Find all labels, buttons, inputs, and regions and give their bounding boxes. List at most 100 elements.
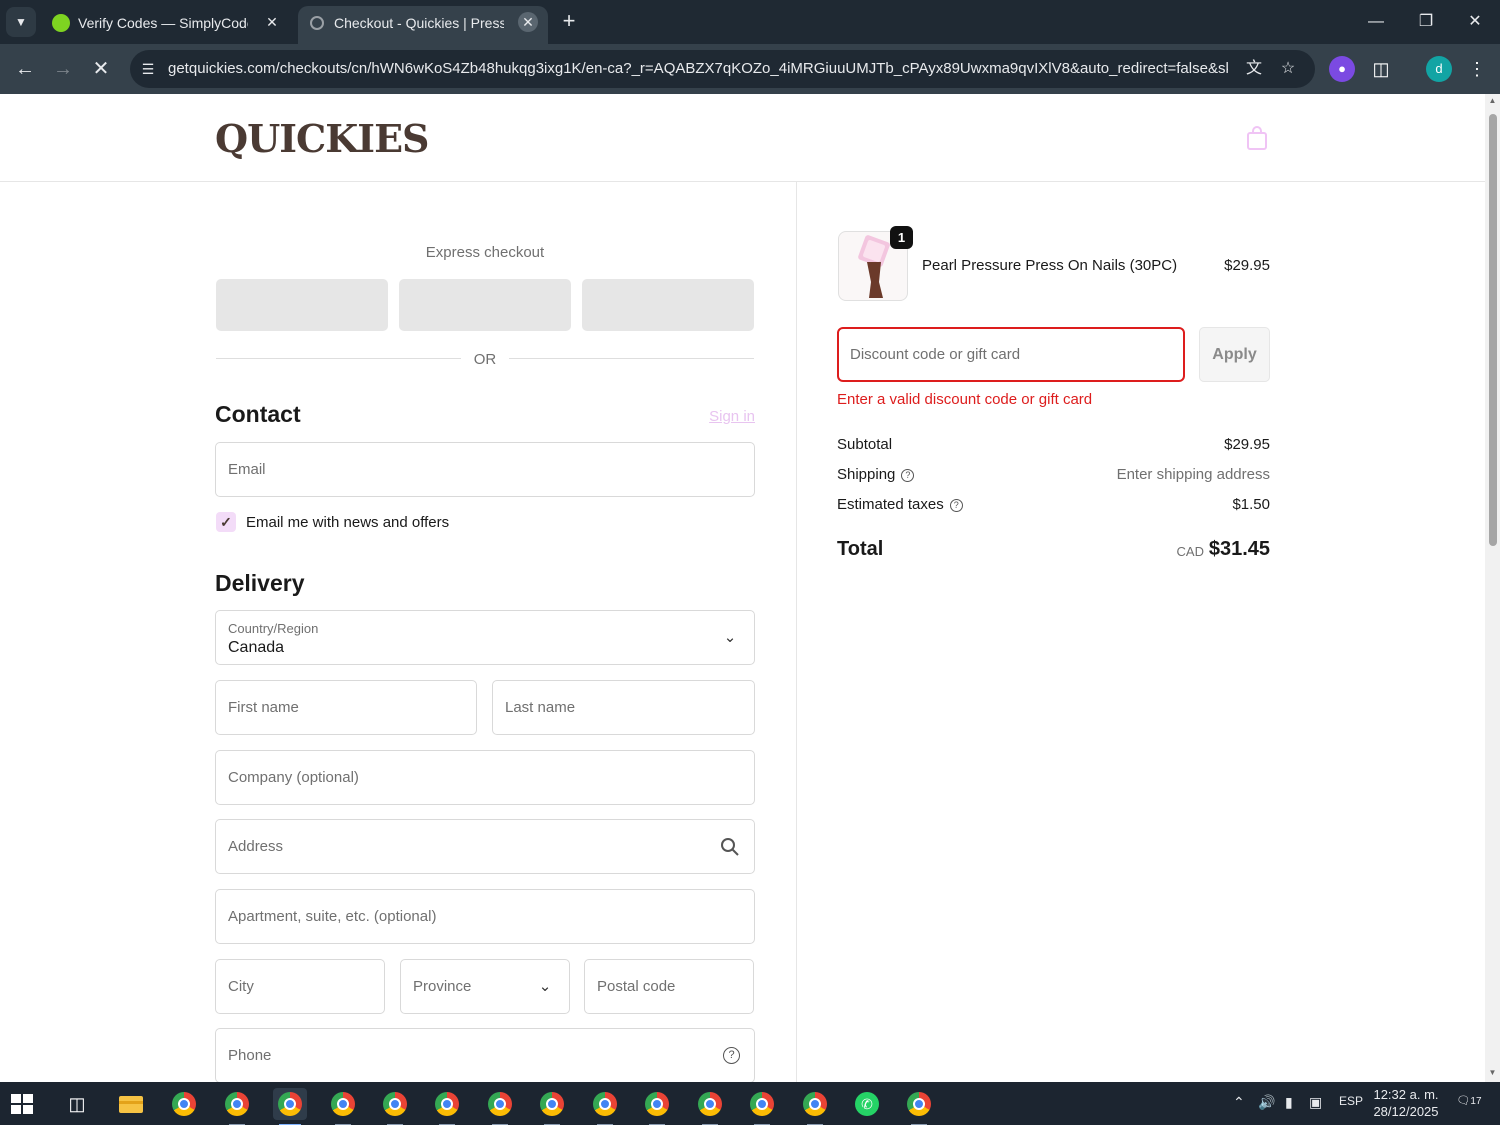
contact-heading: Contact <box>215 401 301 427</box>
forward-arrow-icon[interactable]: → <box>48 54 78 84</box>
page-scrollbar[interactable]: ▲ ▼ <box>1485 94 1500 1082</box>
browser-menu-icon[interactable]: ⋮ <box>1464 56 1490 82</box>
chrome-profile-taskbar-icon[interactable] <box>640 1088 674 1125</box>
address-field[interactable]: Address <box>215 819 755 874</box>
or-divider-left <box>216 358 461 359</box>
phone-placeholder: Phone <box>228 1047 272 1064</box>
apartment-placeholder: Apartment, suite, etc. (optional) <box>228 908 437 925</box>
chrome-profile-taskbar-icon[interactable] <box>483 1088 517 1125</box>
newsletter-checkbox[interactable]: ✓ <box>216 512 236 532</box>
minimize-icon[interactable]: — <box>1356 8 1396 36</box>
email-placeholder: Email <box>228 461 266 478</box>
province-placeholder: Province <box>413 978 472 995</box>
chrome-profile-taskbar-icon[interactable] <box>220 1088 254 1125</box>
battery-icon[interactable]: ▮ <box>1285 1094 1293 1111</box>
extensions-puzzle-icon[interactable]: ◫ <box>1368 56 1394 82</box>
task-view-icon[interactable]: ◫ <box>60 1088 94 1120</box>
shipping-help-icon[interactable]: ? <box>901 469 915 482</box>
cart-bag-icon[interactable] <box>1246 126 1268 150</box>
close-tab-icon[interactable]: ✕ <box>262 12 282 32</box>
url-text[interactable]: getquickies.com/checkouts/cn/hWN6wKoS4Zb… <box>168 60 1228 77</box>
network-icon[interactable]: ▣ <box>1309 1094 1322 1111</box>
file-explorer-icon[interactable] <box>114 1088 148 1120</box>
country-label: Country/Region <box>228 621 319 636</box>
bookmark-star-icon[interactable]: ☆ <box>1277 58 1299 80</box>
apply-discount-button[interactable]: Apply <box>1199 327 1270 382</box>
browser-toolbar: ← → ✕ ☰ getquickies.com/checkouts/cn/hWN… <box>0 44 1500 94</box>
chrome-profile-taskbar-icon[interactable] <box>693 1088 727 1125</box>
stop-loading-icon[interactable]: ✕ <box>86 54 116 84</box>
extension-simplycodes-icon[interactable]: ● <box>1329 56 1355 82</box>
postal-code-field[interactable]: Postal code <box>584 959 754 1014</box>
last-name-field[interactable]: Last name <box>492 680 755 735</box>
translate-icon[interactable]: 文 <box>1243 58 1265 80</box>
discount-code-field[interactable]: Discount code or gift card <box>837 327 1185 382</box>
show-hidden-icons-icon[interactable]: ⌃ <box>1233 1094 1245 1111</box>
site-info-icon[interactable]: ☰ <box>138 59 158 79</box>
chrome-profile-taskbar-icon[interactable] <box>378 1088 412 1125</box>
restore-icon[interactable]: ❐ <box>1406 8 1446 36</box>
discount-error-message: Enter a valid discount code or gift card <box>837 391 1093 408</box>
chrome-profile-taskbar-icon[interactable] <box>430 1088 464 1125</box>
chrome-taskbar-icon[interactable] <box>167 1088 201 1120</box>
search-icon[interactable] <box>720 837 740 857</box>
email-field[interactable]: Email <box>215 442 755 497</box>
window-close-icon[interactable]: ✕ <box>1455 8 1495 36</box>
tab-verify-codes[interactable]: Verify Codes — SimplyCodes ✕ <box>42 6 292 44</box>
store-logo[interactable]: QUICKIES <box>215 116 429 161</box>
scroll-down-icon[interactable]: ▼ <box>1488 1068 1497 1077</box>
whatsapp-taskbar-icon[interactable]: ✆ <box>850 1088 884 1120</box>
chrome-profile-taskbar-icon[interactable] <box>902 1088 936 1125</box>
chrome-active-taskbar-icon[interactable] <box>273 1088 307 1125</box>
help-icon[interactable]: ? <box>723 1047 740 1064</box>
profile-avatar[interactable]: d <box>1426 56 1452 82</box>
notifications-icon[interactable]: 🗨17 <box>1456 1094 1482 1114</box>
sign-in-link[interactable]: Sign in <box>680 408 755 425</box>
clock[interactable]: 12:32 a. m. 28/12/2025 <box>1368 1086 1444 1120</box>
chrome-profile-taskbar-icon[interactable] <box>588 1088 622 1125</box>
tab-title: Verify Codes — SimplyCodes <box>78 15 248 31</box>
taxes-label: Estimated taxes <box>837 496 944 513</box>
chrome-profile-taskbar-icon[interactable] <box>798 1088 832 1125</box>
shipping-label: Shipping <box>837 466 896 483</box>
tab-search-chevron-icon[interactable]: ▼ <box>6 7 36 37</box>
delivery-heading: Delivery <box>215 570 305 596</box>
apartment-field[interactable]: Apartment, suite, etc. (optional) <box>215 889 755 944</box>
simplycodes-favicon-icon <box>52 14 70 32</box>
first-name-field[interactable]: First name <box>215 680 477 735</box>
express-pay-button-3[interactable] <box>582 279 754 331</box>
express-pay-button-2[interactable] <box>399 279 571 331</box>
subtotal-row: Subtotal $29.95 <box>837 436 1270 456</box>
scroll-up-icon[interactable]: ▲ <box>1488 96 1497 105</box>
company-field[interactable]: Company (optional) <box>215 750 755 805</box>
chrome-profile-taskbar-icon[interactable] <box>535 1088 569 1125</box>
back-arrow-icon[interactable]: ← <box>10 54 40 84</box>
volume-icon[interactable]: 🔊 <box>1258 1094 1275 1111</box>
taxes-help-icon[interactable]: ? <box>949 499 963 512</box>
new-tab-plus-icon[interactable]: + <box>556 8 582 34</box>
chrome-profile-taskbar-icon[interactable] <box>745 1088 779 1125</box>
close-tab-icon[interactable]: ✕ <box>518 12 538 32</box>
address-bar[interactable]: ☰ getquickies.com/checkouts/cn/hWN6wKoS4… <box>130 50 1315 88</box>
total-value: $31.45 <box>1208 538 1270 560</box>
taxes-row: Estimated taxes? $1.50 <box>837 496 1270 516</box>
postal-code-placeholder: Postal code <box>597 978 676 995</box>
windows-taskbar: ◫ ✆ ⌃ 🔊 ▮ ▣ ESP 12:32 a. m. 28/12/2025 🗨… <box>0 1082 1500 1125</box>
clock-date: 28/12/2025 <box>1373 1104 1439 1119</box>
windows-start-icon[interactable] <box>8 1090 36 1118</box>
city-field[interactable]: City <box>215 959 385 1014</box>
chrome-profile-taskbar-icon[interactable] <box>326 1088 360 1125</box>
scrollbar-thumb[interactable] <box>1489 114 1497 546</box>
discount-placeholder: Discount code or gift card <box>850 346 1021 363</box>
notification-count: 17 <box>1470 1096 1482 1107</box>
or-divider-right <box>509 358 754 359</box>
newsletter-label[interactable]: Email me with news and offers <box>246 514 449 531</box>
tab-checkout[interactable]: Checkout - Quickies | Press On ✕ <box>298 6 548 44</box>
language-indicator[interactable]: ESP <box>1339 1094 1363 1108</box>
phone-field[interactable]: Phone ? <box>215 1028 755 1082</box>
express-pay-button-1[interactable] <box>216 279 388 331</box>
country-select[interactable]: Country/Region Canada ⌄ <box>215 610 755 665</box>
browser-tab-bar: ▼ Verify Codes — SimplyCodes ✕ Checkout … <box>0 0 1500 44</box>
province-select[interactable]: Province ⌄ <box>400 959 570 1014</box>
subtotal-value: $29.95 <box>1224 436 1270 453</box>
